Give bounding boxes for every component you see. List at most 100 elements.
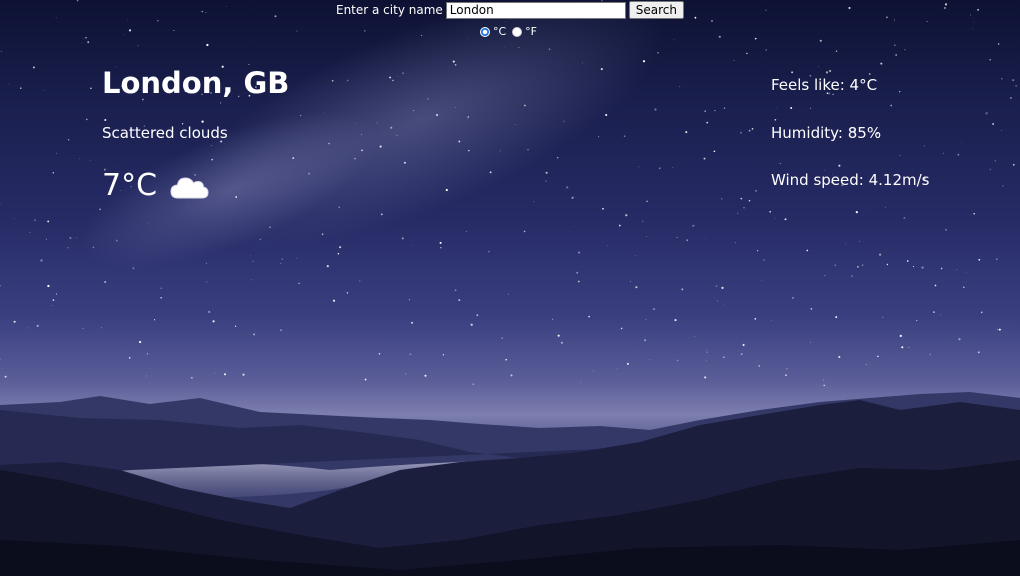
star [943,152,945,154]
star [252,260,254,262]
star [201,120,204,123]
celsius-radio[interactable] [479,26,490,37]
weather-description: Scattered clouds [102,124,228,142]
star [904,49,906,51]
star [963,286,965,289]
star [742,343,745,347]
star [571,196,574,199]
star [810,308,813,310]
star [251,279,252,281]
fahrenheit-radio[interactable] [512,26,523,37]
star [472,383,474,385]
star [545,171,548,174]
star [997,328,999,330]
star [427,98,429,100]
star [620,327,623,330]
star [715,285,718,287]
star [296,257,298,259]
star [556,156,559,159]
star [515,124,516,125]
star [234,325,237,327]
star [440,247,442,249]
star [940,267,943,270]
star [501,337,504,339]
star [47,220,50,223]
star [32,66,35,69]
star [435,113,439,117]
star [337,252,340,255]
star [994,160,996,162]
star [929,353,931,355]
star [901,346,904,349]
star [957,153,960,156]
star [693,336,695,337]
star [895,54,897,56]
city-search-input[interactable] [445,1,626,19]
star [705,238,706,239]
star [623,135,626,138]
star [810,341,811,343]
star [997,43,1000,45]
star [926,20,928,22]
star [977,351,980,354]
star [14,218,16,219]
star [412,244,413,246]
star [439,241,442,244]
star [8,83,10,85]
star [658,167,661,169]
star [321,233,324,235]
star [740,353,743,356]
star [716,300,718,302]
star [835,50,838,52]
star [545,180,547,182]
star [630,281,632,282]
star [577,280,580,283]
star [292,157,295,160]
star [605,113,608,117]
star [674,319,677,322]
star [69,236,72,240]
star [242,373,245,376]
search-button[interactable]: Search [628,1,684,19]
star [147,222,149,224]
star [248,63,250,66]
star [598,136,600,138]
star [735,242,737,244]
star [13,320,16,323]
star [865,363,867,366]
humidity: Humidity: 85% [771,123,882,142]
star [812,299,814,301]
star [1012,79,1015,81]
star [689,78,690,79]
star [880,62,883,65]
star [834,264,836,266]
star [635,286,638,289]
star [786,368,788,370]
star [442,354,445,356]
star [755,190,757,192]
star [676,237,678,239]
star [638,166,640,168]
star [733,59,735,61]
star [908,346,910,348]
star [468,149,470,152]
star [978,258,981,261]
star [452,60,455,63]
star [933,311,935,313]
star [281,258,283,260]
star [87,41,90,43]
star [458,299,461,302]
star [757,250,759,252]
star [578,251,581,254]
star [83,38,84,40]
star [754,318,757,320]
star [157,20,159,22]
star [703,157,706,160]
star [210,145,212,146]
star [86,118,88,121]
unit-toggle: °C °F [0,25,1020,38]
star [298,282,300,285]
star [845,243,846,245]
weather-details: Feels like: 4°C Humidity: 85% Wind speed… [771,76,929,219]
star [445,188,448,192]
